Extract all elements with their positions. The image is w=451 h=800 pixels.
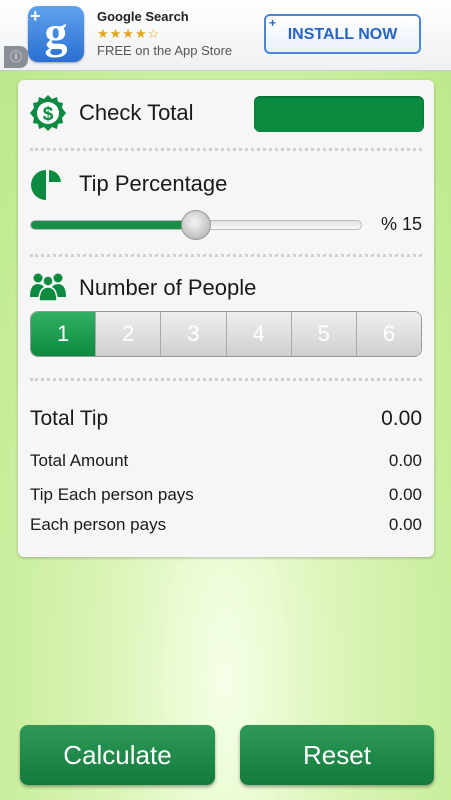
ad-info-icon[interactable]: ⓘ [4, 46, 28, 68]
check-total-label: Check Total [79, 100, 194, 125]
reset-button[interactable]: Reset [240, 725, 434, 785]
each-pays-label: Each person pays [30, 515, 167, 534]
tip-each-value: 0.00 [388, 485, 422, 504]
divider [30, 148, 422, 151]
people-segmented-control[interactable]: 1 2 3 4 5 6 [30, 311, 422, 357]
check-total-input[interactable] [254, 96, 424, 132]
divider [30, 254, 422, 257]
install-plus-icon: + [269, 16, 277, 30]
google-logo-icon[interactable]: + g [28, 6, 84, 62]
total-amount-value: 0.00 [388, 451, 422, 470]
calculator-card: $ Check Total Tip Percentage % 15 Number… [18, 80, 434, 557]
divider [30, 378, 422, 381]
people-icon [30, 273, 66, 301]
svg-text:$: $ [43, 104, 54, 125]
people-option-5[interactable]: 5 [290, 312, 356, 356]
dollar-badge-icon: $ [30, 95, 66, 131]
pie-chart-icon [31, 170, 62, 201]
tip-percentage-label: Tip Percentage [79, 171, 228, 196]
people-option-4[interactable]: 4 [225, 312, 291, 356]
ad-banner[interactable]: + g ⓘ Google Search ★★★★☆ FREE on the Ap… [0, 0, 451, 71]
people-option-1[interactable]: 1 [31, 312, 96, 356]
tip-slider-thumb[interactable] [181, 210, 211, 240]
people-option-6[interactable]: 6 [355, 312, 421, 356]
number-of-people-label: Number of People [79, 275, 257, 300]
ad-title: Google Search [97, 9, 189, 24]
people-option-3[interactable]: 3 [160, 312, 226, 356]
install-label: INSTALL NOW [287, 26, 398, 43]
ad-rating-stars: ★★★★☆ [97, 26, 161, 41]
total-tip-value: 0.00 [381, 407, 422, 430]
each-pays-value: 0.00 [388, 515, 422, 534]
logo-plus: + [30, 6, 41, 26]
total-tip-label: Total Tip [30, 407, 109, 430]
tip-each-label: Tip Each person pays [30, 485, 194, 504]
tip-slider-fill [31, 221, 196, 229]
tip-percentage-value: % 15 [380, 214, 422, 234]
people-option-2[interactable]: 2 [95, 312, 161, 356]
ad-subtitle: FREE on the App Store [97, 43, 233, 58]
install-now-button[interactable]: + INSTALL NOW [264, 14, 421, 54]
logo-letter: g [44, 7, 68, 58]
total-amount-label: Total Amount [30, 451, 129, 470]
calculate-button[interactable]: Calculate [20, 725, 215, 785]
